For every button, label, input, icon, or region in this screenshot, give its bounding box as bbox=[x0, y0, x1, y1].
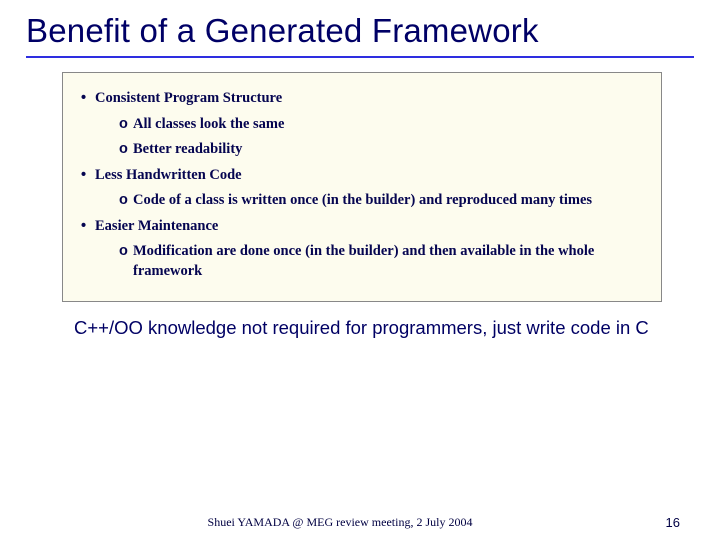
page-number: 16 bbox=[666, 515, 680, 530]
bullet-text: Consistent Program Structure bbox=[95, 90, 282, 106]
bullet-ring-icon: o bbox=[119, 140, 133, 160]
bullet-dot-icon: • bbox=[81, 89, 95, 109]
bullet-dot-icon: • bbox=[81, 166, 95, 186]
bullet-consistent-structure: •Consistent Program Structure bbox=[81, 89, 649, 109]
subbullet-modification-once: oModification are done once (in the buil… bbox=[119, 242, 649, 281]
subbullet-text: Better readability bbox=[133, 140, 242, 160]
slide-title: Benefit of a Generated Framework bbox=[26, 12, 694, 54]
subbullet-text: All classes look the same bbox=[133, 115, 284, 135]
bullet-easier-maintenance: •Easier Maintenance bbox=[81, 217, 649, 237]
bullet-ring-icon: o bbox=[119, 115, 133, 135]
subbullet-written-once: oCode of a class is written once (in the… bbox=[119, 191, 649, 211]
footer-text: Shuei YAMADA @ MEG review meeting, 2 Jul… bbox=[0, 515, 720, 530]
slide: Benefit of a Generated Framework •Consis… bbox=[0, 0, 720, 540]
subbullet-text: Modification are done once (in the build… bbox=[133, 242, 603, 281]
subbullet-all-classes: oAll classes look the same bbox=[119, 115, 649, 135]
bullet-ring-icon: o bbox=[119, 242, 133, 262]
bullet-ring-icon: o bbox=[119, 191, 133, 211]
bullet-text: Easier Maintenance bbox=[95, 218, 218, 234]
subbullet-readability: oBetter readability bbox=[119, 140, 649, 160]
content-box: •Consistent Program Structure oAll class… bbox=[62, 72, 662, 303]
bullet-text: Less Handwritten Code bbox=[95, 167, 242, 183]
bullet-less-handwritten: •Less Handwritten Code bbox=[81, 166, 649, 186]
bullet-dot-icon: • bbox=[81, 217, 95, 237]
bottom-note: C++/OO knowledge not required for progra… bbox=[74, 316, 662, 340]
title-underline: Benefit of a Generated Framework bbox=[26, 10, 694, 58]
subbullet-text: Code of a class is written once (in the … bbox=[133, 191, 592, 211]
